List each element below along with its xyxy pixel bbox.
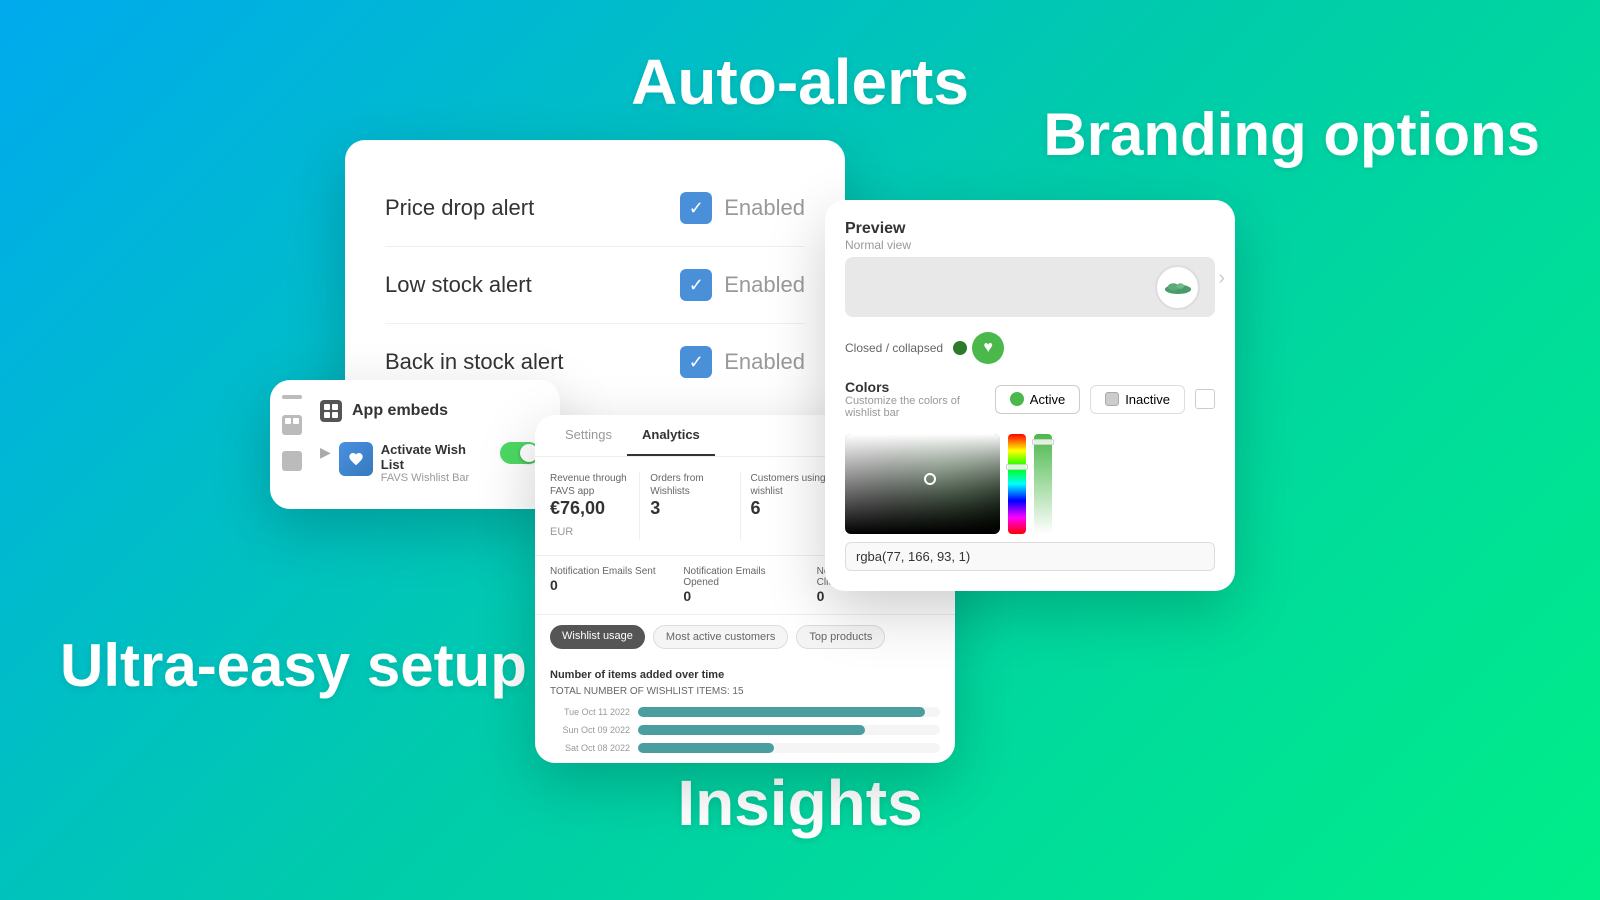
activate-toggle[interactable] (500, 442, 540, 464)
ultra-easy-label: Ultra-easy setup (60, 631, 527, 700)
inactive-color-btn[interactable]: Inactive (1090, 385, 1185, 414)
stat-orders-label: Orders from Wishlists (650, 472, 729, 498)
chart-bar-container-2 (638, 725, 940, 735)
preview-title: Preview (845, 220, 911, 238)
chart-bar-1 (638, 707, 925, 717)
stat-orders-value: 3 (650, 498, 729, 519)
back-in-stock-enabled: Enabled (724, 349, 805, 375)
price-drop-enabled: Enabled (724, 195, 805, 221)
stat-customers-label: Customers using wishlist (751, 472, 830, 498)
alpha-slider[interactable] (1034, 434, 1052, 534)
color-picker-area (845, 434, 1215, 534)
chart-bars: Tue Oct 11 2022 Sun Oct 09 2022 Sat Oct … (550, 707, 940, 753)
heart-icon: ♥ (972, 332, 1004, 364)
color-dot-green (1010, 392, 1024, 406)
expand-icon[interactable]: ▶ (320, 444, 331, 461)
tab-settings[interactable]: Settings (550, 415, 627, 456)
app-item-name: Activate Wish List (381, 442, 492, 472)
insights-label: Insights (677, 766, 922, 840)
chart-subtitle: TOTAL NUMBER OF WISHLIST ITEMS: 15 (550, 686, 940, 697)
chart-row-2: Sun Oct 09 2022 (550, 725, 940, 735)
sub-stat-opened: Notification Emails Opened 0 (673, 566, 806, 604)
active-color-btn[interactable]: Active (995, 385, 1080, 414)
sidebar-icon-3 (282, 451, 302, 471)
price-drop-checkbox[interactable]: ✓ (680, 192, 712, 224)
low-stock-checkbox[interactable]: ✓ (680, 269, 712, 301)
chart-row-3: Sat Oct 08 2022 (550, 743, 940, 753)
app-embeds-card: App embeds ▶ Activate Wish List FAVS Wis… (270, 380, 560, 509)
dot-green (953, 341, 967, 355)
stat-orders: Orders from Wishlists 3 (640, 472, 740, 540)
filter-top-products[interactable]: Top products (796, 625, 885, 649)
preview-logo (1155, 265, 1200, 310)
hue-slider[interactable] (1008, 434, 1026, 534)
price-drop-alert-row: Price drop alert ✓ Enabled (385, 170, 805, 247)
right-arrow-icon: › (1218, 267, 1225, 290)
chart-row-1: Tue Oct 11 2022 (550, 707, 940, 717)
embeds-grid-icon (320, 400, 342, 422)
color-dot-gray (1105, 392, 1119, 406)
filter-tabs: Wishlist usage Most active customers Top… (535, 615, 955, 659)
preview-subtitle: Normal view (845, 238, 911, 252)
back-in-stock-status: ✓ Enabled (680, 346, 805, 378)
low-stock-label: Low stock alert (385, 272, 532, 298)
sidebar-icon-1 (282, 395, 302, 399)
price-drop-label: Price drop alert (385, 195, 534, 221)
stat-revenue-value: €76,00 EUR (550, 498, 629, 540)
hue-cursor (1006, 464, 1028, 470)
heart-bubble: ♥ (953, 332, 1004, 364)
sub-stat-sent-label: Notification Emails Sent (550, 566, 663, 577)
color-gradient-picker[interactable] (845, 434, 1000, 534)
inactive-btn-label: Inactive (1125, 392, 1170, 407)
chart-label-1: Tue Oct 11 2022 (550, 707, 630, 717)
sub-stat-sent: Notification Emails Sent 0 (550, 566, 673, 604)
sub-stat-opened-value: 0 (683, 588, 796, 604)
checkbox-extra[interactable] (1195, 389, 1215, 409)
branding-options-label: Branding options (1043, 100, 1540, 169)
colors-buttons: Active Inactive (995, 385, 1215, 414)
stat-customers-value: 6 (751, 498, 830, 519)
sub-stat-sent-value: 0 (550, 577, 663, 593)
chart-bar-3 (638, 743, 774, 753)
tab-analytics[interactable]: Analytics (627, 415, 715, 456)
active-btn-label: Active (1030, 392, 1065, 407)
chart-label-3: Sat Oct 08 2022 (550, 743, 630, 753)
low-stock-alert-row: Low stock alert ✓ Enabled (385, 247, 805, 324)
sidebar-icon-2 (282, 415, 302, 435)
closed-label: Closed / collapsed (845, 341, 943, 355)
chart-section: Number of items added over time TOTAL NU… (535, 659, 955, 763)
alpha-cursor (1032, 439, 1054, 445)
chart-label-2: Sun Oct 09 2022 (550, 725, 630, 735)
chart-bar-container-3 (638, 743, 940, 753)
embeds-header: App embeds (320, 400, 540, 422)
chart-bar-container-1 (638, 707, 940, 717)
filter-active-customers[interactable]: Most active customers (653, 625, 788, 649)
preview-banner: › (845, 257, 1215, 317)
colors-header: Colors Customize the colors of wishlist … (845, 379, 1215, 419)
back-in-stock-label: Back in stock alert (385, 349, 564, 375)
branding-card: Preview Normal view › Closed / collapsed… (825, 200, 1235, 591)
low-stock-enabled: Enabled (724, 272, 805, 298)
chart-bar-2 (638, 725, 865, 735)
price-drop-status: ✓ Enabled (680, 192, 805, 224)
chart-title: Number of items added over time (550, 669, 940, 681)
gradient-cursor (924, 473, 936, 485)
stat-revenue-label: Revenue through FAVS app (550, 472, 629, 498)
colors-title: Colors (845, 379, 995, 395)
colors-section: Colors Customize the colors of wishlist … (845, 379, 1215, 419)
back-in-stock-checkbox[interactable]: ✓ (680, 346, 712, 378)
filter-wishlist-usage[interactable]: Wishlist usage (550, 625, 645, 649)
app-item-sub: FAVS Wishlist Bar (381, 472, 492, 484)
sub-stat-opened-label: Notification Emails Opened (683, 566, 796, 588)
auto-alerts-label: Auto-alerts (631, 45, 969, 119)
stat-revenue: Revenue through FAVS app €76,00 EUR (550, 472, 640, 540)
app-item-info: Activate Wish List FAVS Wishlist Bar (381, 442, 492, 484)
preview-header: Preview Normal view (845, 220, 1215, 252)
colors-desc: Customize the colors of wishlist bar (845, 395, 995, 419)
wishlist-app-icon (339, 442, 373, 476)
rgba-input[interactable] (845, 542, 1215, 571)
low-stock-status: ✓ Enabled (680, 269, 805, 301)
embeds-title: App embeds (352, 402, 448, 420)
closed-section: Closed / collapsed ♥ (845, 332, 1215, 364)
